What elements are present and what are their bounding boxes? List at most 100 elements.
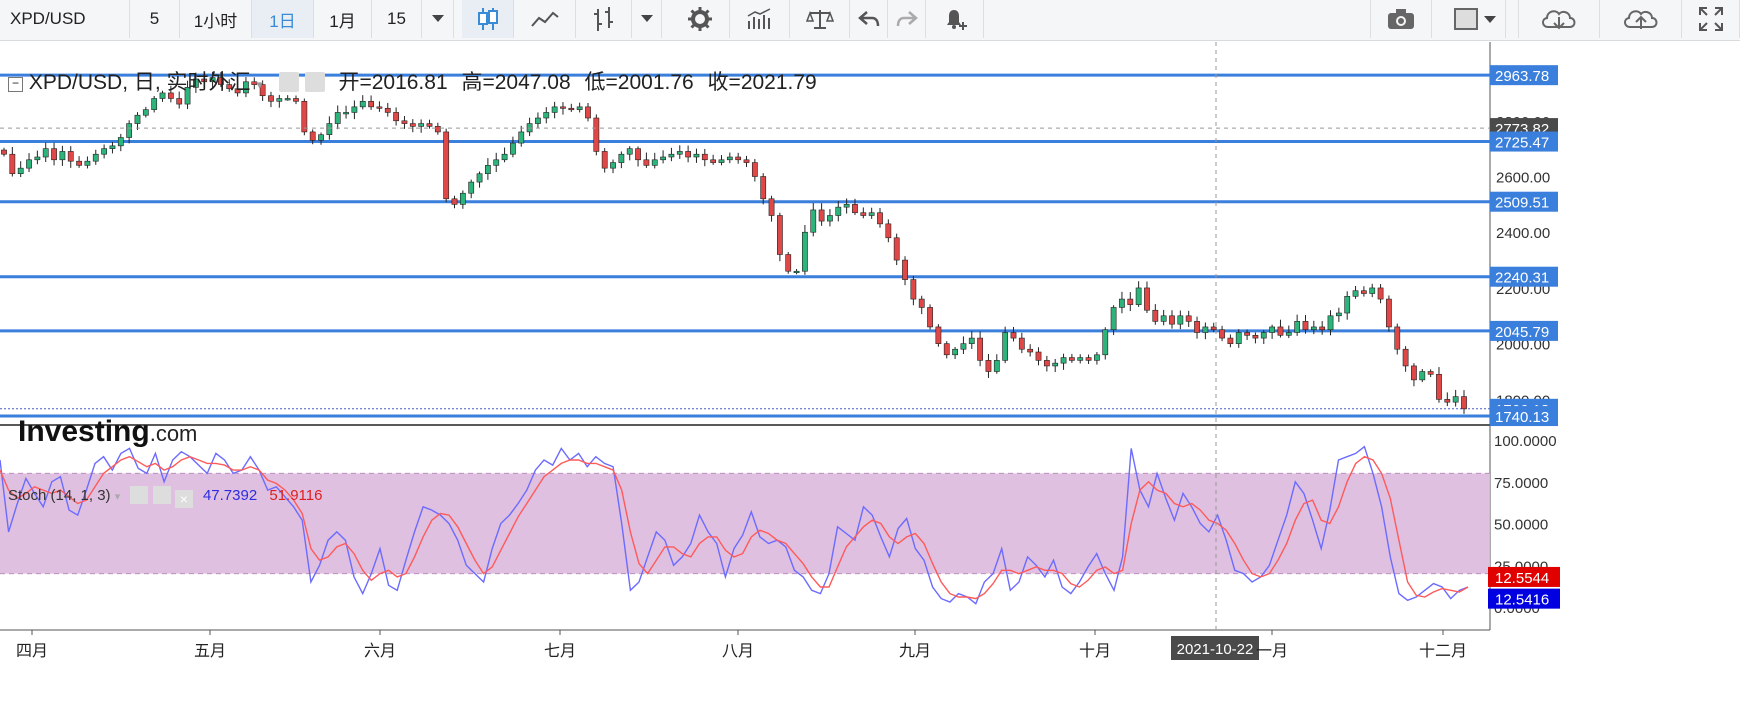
- bell-plus-icon: [946, 10, 967, 30]
- redo-button[interactable]: [888, 0, 926, 38]
- time-tick-label: 十二月: [1419, 642, 1467, 660]
- candle-body: [476, 173, 483, 183]
- time-tick-label: 七月: [544, 642, 576, 660]
- watermark-suffix: .com: [149, 421, 198, 446]
- candle-body: [593, 117, 600, 152]
- candle-body: [76, 160, 82, 166]
- gear-icon[interactable]: [304, 72, 325, 92]
- time-tick-label: 八月: [722, 643, 754, 660]
- candle-body: [768, 198, 775, 216]
- candle-body: [1185, 315, 1192, 322]
- candle-body: [1386, 298, 1392, 328]
- chevron-down-icon: [431, 15, 444, 22]
- chart-type-dropdown-button[interactable]: [632, 0, 662, 38]
- color-swatch-icon: [1453, 8, 1496, 30]
- candle-body: [326, 123, 333, 136]
- candle-body: [1369, 287, 1376, 294]
- interval-1m-label: 1月: [329, 11, 356, 31]
- compare-button[interactable]: [790, 0, 850, 38]
- time-tick-label: 六月: [364, 642, 396, 660]
- candle-body: [1427, 371, 1434, 375]
- candle-body: [560, 106, 566, 109]
- candle-body: [827, 215, 833, 222]
- candle-body: [510, 142, 516, 155]
- interval-5-button[interactable]: 5: [130, 0, 180, 38]
- candle-body: [1144, 287, 1150, 311]
- open-value: 2016.81: [371, 71, 448, 94]
- color-button[interactable]: [1444, 0, 1506, 38]
- candle-body: [1202, 326, 1209, 333]
- candle-body: [952, 348, 958, 356]
- undo-button[interactable]: [850, 0, 888, 38]
- candle-body: [751, 162, 758, 177]
- candle-body: [459, 192, 466, 205]
- stoch-d-label: 12.5544: [1495, 570, 1549, 587]
- alert-button[interactable]: [926, 0, 984, 38]
- candles-button[interactable]: [462, 0, 514, 38]
- fullscreen-button[interactable]: [1682, 0, 1740, 38]
- interval-15-button[interactable]: 15: [372, 0, 422, 38]
- watermark-brand: Investing: [18, 415, 150, 448]
- close-icon[interactable]: ×: [174, 490, 193, 508]
- candle-body: [293, 98, 299, 102]
- candle-body: [426, 123, 433, 127]
- interval-15-label: 15: [387, 9, 406, 28]
- interval-1m-button[interactable]: 1月: [314, 0, 372, 38]
- low-label: 低=: [584, 71, 618, 94]
- interval-dropdown-button[interactable]: [422, 0, 454, 38]
- settings-button[interactable]: [670, 0, 730, 38]
- candle-body: [985, 360, 992, 372]
- candle-body: [9, 153, 16, 175]
- candle-body: [409, 123, 416, 127]
- candle-body: [1344, 295, 1351, 314]
- candle-body: [1285, 332, 1292, 336]
- crosshair-date-label: 2021-10-22: [1177, 641, 1254, 658]
- candle-body: [1252, 334, 1259, 339]
- candle-body: [685, 151, 692, 158]
- eye-icon[interactable]: [130, 486, 149, 504]
- candle-body: [668, 153, 675, 158]
- indicators-button[interactable]: [576, 0, 632, 38]
- candle-body: [918, 298, 925, 308]
- watermark-logo: Investing.com: [18, 415, 197, 449]
- candle-body: [1135, 287, 1142, 305]
- candle-body: [576, 106, 583, 110]
- cloud-load-button[interactable]: [1518, 0, 1600, 38]
- line-chart-button[interactable]: [514, 0, 576, 38]
- cloud-download-icon: [1542, 10, 1576, 30]
- cloud-save-button[interactable]: [1600, 0, 1682, 38]
- candle-body: [1010, 332, 1017, 339]
- candle-body: [1302, 321, 1309, 331]
- candle-body: [1119, 298, 1125, 308]
- candle-body: [1452, 396, 1459, 403]
- stoch-legend: Stoch (14, 1, 3) ▾ × 47.7392 51.9116: [8, 486, 322, 508]
- candle-body: [518, 131, 525, 144]
- stoch-dropdown-icon[interactable]: ▾: [115, 491, 121, 503]
- candle-body: [1436, 373, 1442, 400]
- candle-body: [334, 112, 341, 124]
- candle-body: [1319, 326, 1326, 331]
- candle-body: [376, 106, 383, 109]
- candle-body: [176, 98, 183, 105]
- chart-area[interactable]: 2800.002600.002400.002200.002000.001800.…: [0, 40, 1740, 710]
- candle-body: [301, 100, 308, 133]
- eye-icon[interactable]: [278, 72, 299, 92]
- studies-button[interactable]: [730, 0, 790, 38]
- candle-body: [92, 153, 99, 162]
- candle-body: [1461, 396, 1467, 410]
- candle-body: [1002, 332, 1009, 361]
- symbol-selector[interactable]: XPD/USD: [0, 0, 130, 38]
- candle-body: [434, 126, 441, 133]
- interval-1h-button[interactable]: 1小时: [180, 0, 252, 38]
- stoch-tick-label: 75.0000: [1494, 475, 1548, 492]
- time-tick-label: 五月: [194, 643, 226, 660]
- gear-icon[interactable]: [152, 486, 171, 504]
- candle-body: [1277, 326, 1284, 336]
- candle-body: [710, 159, 717, 163]
- candle-body: [276, 98, 283, 102]
- legend-dropdown-icon[interactable]: ▾: [256, 77, 263, 92]
- candle-body: [535, 117, 541, 124]
- collapse-icon[interactable]: −: [8, 77, 23, 92]
- interval-1d-button[interactable]: 1日: [252, 0, 314, 38]
- snapshot-button[interactable]: [1370, 0, 1432, 38]
